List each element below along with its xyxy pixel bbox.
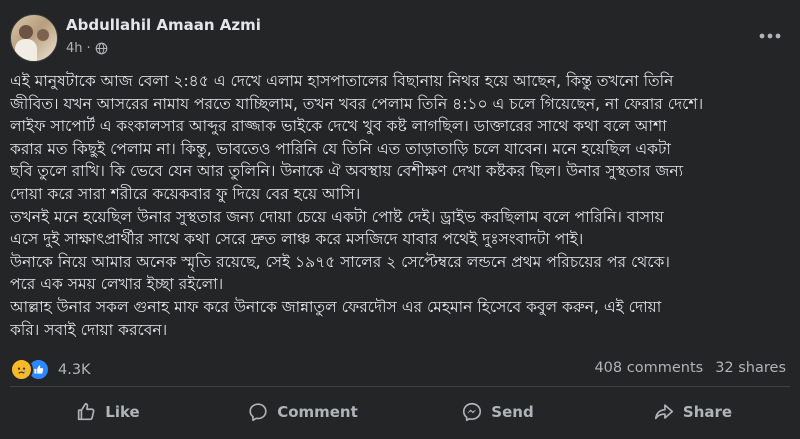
send-label: Send	[491, 403, 534, 421]
post-text-line: তখনই মনে হয়েছিল উনার সুস্থতার জন্য দোয়…	[10, 207, 664, 226]
facebook-post: Abdullahil Amaan Azmi 4h · এই মানুষটাকে …	[0, 0, 800, 439]
avatar[interactable]	[10, 14, 58, 62]
globe-icon[interactable]	[95, 42, 108, 55]
post-text-line: এসে দুই সাক্ষাৎপ্রার্থীর সাথে কথা সেরে দ…	[10, 230, 584, 249]
share-button[interactable]: Share	[595, 392, 790, 432]
reaction-count[interactable]: 4.3K	[58, 362, 91, 378]
share-label: Share	[682, 403, 733, 421]
sad-reaction-icon	[10, 358, 33, 381]
post-text-line: দোয়া করে সারা শরীরে কয়েকবার ফু দিয়ে ব…	[10, 184, 361, 203]
post-time[interactable]: 4h	[66, 41, 83, 56]
post-header: Abdullahil Amaan Azmi 4h ·	[10, 14, 790, 66]
post-stats: 4.3K 408 comments 32 shares	[10, 356, 786, 382]
post-text-line: পরে এক সময় লেখার ইচ্ছা রইলো।	[10, 275, 224, 294]
actions-divider	[10, 386, 790, 387]
post-text-line: জীবিত। যখন আসরের নামায পরতে যাচ্ছিলাম, ত…	[10, 94, 704, 113]
shares-count[interactable]: 32 shares	[715, 360, 786, 376]
like-button[interactable]: Like	[10, 392, 205, 432]
post-text-line: উনাকে নিয়ে আমার অনেক স্মৃতি রয়েছে, সেই…	[10, 252, 670, 271]
like-icon	[78, 402, 95, 421]
post-text-line: লাইফ সাপোর্ট এ কংকালসার আব্দুর রাজ্জাক ভ…	[10, 117, 667, 136]
post-meta: 4h ·	[66, 41, 108, 56]
send-icon	[463, 402, 482, 422]
post-text-line: ছবি তুলে রাখি। কি ভেবে যেন আর তুলিনি। উন…	[10, 162, 684, 181]
post-text: এই মানুষটাকে আজ বেলা ২:৪৫ এ দেখে এলাম হা…	[10, 70, 790, 341]
comment-button[interactable]: Comment	[205, 392, 400, 432]
comments-count[interactable]: 408 comments	[594, 360, 703, 376]
more-dots-icon[interactable]	[756, 26, 784, 46]
comment-label: Comment	[277, 403, 358, 421]
post-text-line: করার মত কিছুই পেলাম না। কিন্তু, ভাবতেও প…	[10, 139, 671, 158]
post-actions: Like Comment Send Share	[10, 392, 790, 432]
meta-separator: ·	[86, 41, 91, 56]
reactions-summary[interactable]: 4.3K	[10, 358, 91, 381]
author-name[interactable]: Abdullahil Amaan Azmi	[66, 16, 261, 34]
like-label: Like	[105, 403, 140, 421]
comment-icon	[249, 403, 267, 422]
post-text-line: এই মানুষটাকে আজ বেলা ২:৪৫ এ দেখে এলাম হা…	[10, 72, 674, 90]
send-button[interactable]: Send	[400, 392, 595, 432]
post-text-line: করি। সবাই দোয়া করবেন।	[10, 320, 168, 339]
share-icon	[654, 404, 673, 420]
post-text-line: আল্লাহ উনার সকল গুনাহ মাফ করে উনাকে জান্…	[10, 297, 662, 316]
